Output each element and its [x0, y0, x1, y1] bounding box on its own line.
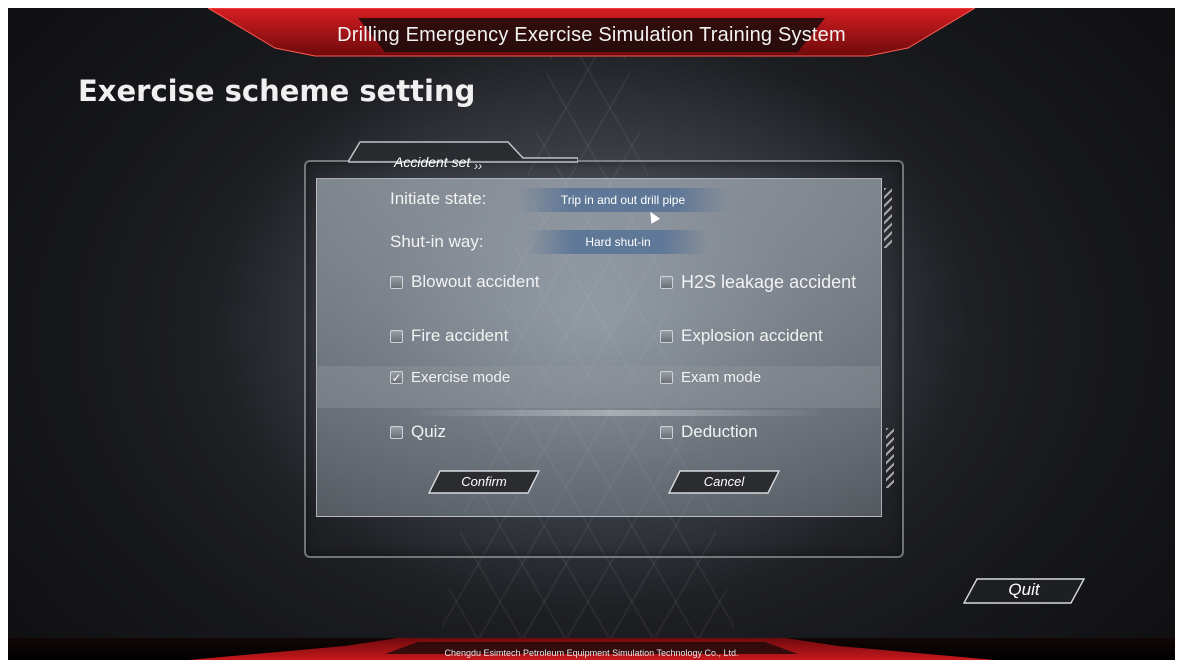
checkbox-icon	[390, 425, 403, 439]
tab-accident-set[interactable]: Accident set ››	[394, 154, 482, 173]
checkbox-icon	[660, 425, 673, 439]
checkbox-label: H2S leakage accident	[681, 272, 857, 292]
header-banner: Drilling Emergency Exercise Simulation T…	[208, 8, 975, 60]
checkbox-icon	[390, 275, 403, 289]
quit-label: Quit	[1008, 580, 1040, 599]
initiate-state-label: Initiate state:	[390, 189, 487, 208]
deduction-checkbox[interactable]: Deduction	[660, 422, 758, 442]
checkbox-label: Exercise mode	[411, 369, 511, 386]
checkbox-icon	[660, 329, 673, 343]
checkbox-icon	[660, 276, 673, 289]
app-window: Drilling Emergency Exercise Simulation T…	[8, 8, 1175, 660]
initiate-state-select[interactable]: Trip in and out drill pipe	[518, 188, 728, 212]
exam-mode-checkbox[interactable]: Exam mode	[660, 369, 761, 386]
checkbox-label: Fire accident	[411, 326, 509, 345]
exercise-mode-checkbox[interactable]: ✓ Exercise mode	[390, 369, 510, 386]
checkbox-label: Quiz	[411, 422, 446, 441]
shutin-way-label: Shut-in way:	[390, 232, 484, 251]
cancel-label: Cancel	[703, 474, 745, 489]
tab-label: Accident set	[394, 154, 471, 170]
tab-chevrons: ››	[474, 159, 483, 173]
checkbox-label: Blowout accident	[411, 272, 540, 291]
checkbox-label: Deduction	[681, 422, 758, 441]
quit-button[interactable]: Quit	[963, 578, 1085, 604]
fire-accident-checkbox[interactable]: Fire accident	[390, 326, 508, 346]
checkbox-label: Explosion accident	[681, 326, 823, 345]
footer-company: Chengdu Esimtech Petroleum Equipment Sim…	[444, 648, 739, 658]
cancel-button[interactable]: Cancel	[668, 470, 780, 494]
divider	[408, 410, 828, 416]
explosion-accident-checkbox[interactable]: Explosion accident	[660, 326, 823, 346]
settings-panel	[316, 178, 882, 517]
app-title: Drilling Emergency Exercise Simulation T…	[337, 24, 846, 46]
checkbox-icon	[660, 371, 673, 384]
checkbox-label: Exam mode	[681, 369, 762, 386]
confirm-label: Confirm	[461, 474, 507, 489]
shutin-way-select[interactable]: Hard shut-in	[528, 230, 708, 254]
frame-stripes-decoration	[886, 428, 894, 488]
confirm-button[interactable]: Confirm	[428, 470, 540, 494]
checkbox-icon	[390, 329, 403, 343]
h2s-leakage-accident-checkbox[interactable]: H2S leakage accident	[660, 272, 856, 293]
checkmark-icon: ✓	[390, 370, 403, 385]
page-title: Exercise scheme setting	[78, 74, 476, 108]
blowout-accident-checkbox[interactable]: Blowout accident	[390, 272, 540, 292]
quiz-checkbox[interactable]: Quiz	[390, 422, 446, 442]
frame-stripes-decoration	[884, 188, 892, 248]
